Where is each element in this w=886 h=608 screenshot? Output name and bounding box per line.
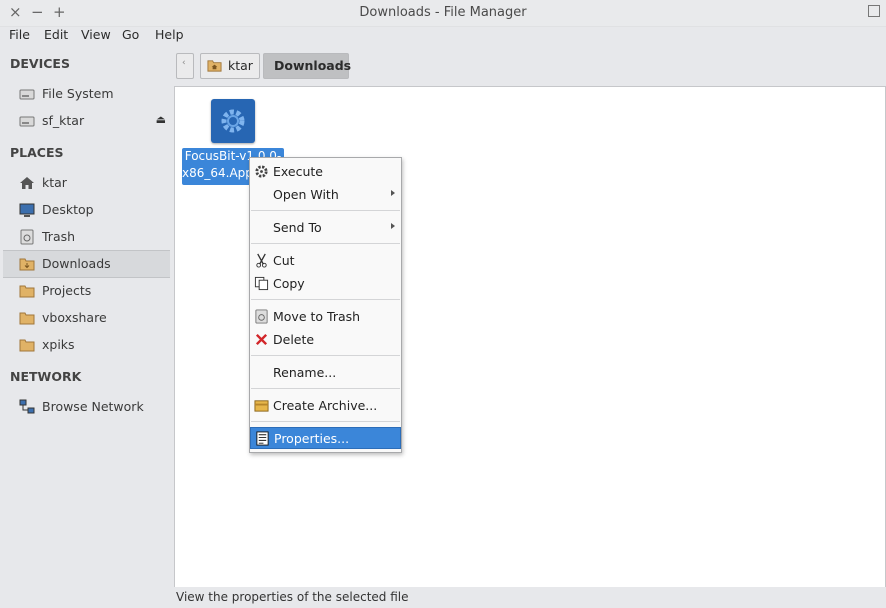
archive-icon <box>254 400 269 412</box>
sidebar-item-desktop[interactable]: Desktop <box>3 197 170 223</box>
sidebar-item-label: Trash <box>42 229 76 244</box>
menu-item-label: Execute <box>273 164 323 179</box>
breadcrumb: ‹ ktar Downloads <box>174 46 886 86</box>
menu-item-label: Copy <box>273 276 305 291</box>
breadcrumb-scroll-left[interactable]: ‹ <box>176 53 194 79</box>
trash-icon <box>255 309 268 324</box>
submenu-arrow-icon <box>391 223 395 229</box>
menu-item-delete[interactable]: Delete <box>250 329 401 351</box>
sidebar-item-label: Projects <box>42 283 92 298</box>
menu-go[interactable]: Go <box>122 27 139 42</box>
maximize-window-button[interactable] <box>868 5 880 17</box>
eject-icon[interactable]: ⏏ <box>156 113 166 126</box>
sidebar-item-file-system[interactable]: File System <box>3 81 170 107</box>
network-icon <box>19 399 35 414</box>
menu-item-send-to[interactable]: Send To <box>250 217 401 239</box>
sidebar-item-browse-network[interactable]: Browse Network <box>3 394 170 420</box>
sidebar-item-label: File System <box>42 86 114 101</box>
menu-separator <box>251 243 400 244</box>
menu-item-label: Open With <box>273 187 339 202</box>
sidebar-item-ktar[interactable]: ktar <box>3 170 170 196</box>
menu-separator <box>251 388 400 389</box>
gear-icon <box>221 109 245 133</box>
breadcrumb-ktar[interactable]: ktar <box>200 53 260 79</box>
sidebar-item-sf-ktar[interactable]: sf_ktar ⏏ <box>3 108 170 134</box>
menu-item-open-with[interactable]: Open With <box>250 184 401 206</box>
menu-item-label: Move to Trash <box>273 309 361 324</box>
menu-item-rename[interactable]: Rename... <box>250 362 401 384</box>
chevron-left-icon: ‹ <box>182 58 186 68</box>
menu-separator <box>251 421 400 422</box>
sidebar-item-projects[interactable]: Projects <box>3 278 170 304</box>
title-bar: × − + Downloads - File Manager <box>0 0 886 27</box>
menu-item-label: Rename... <box>273 365 337 380</box>
menu-separator <box>251 355 400 356</box>
menu-item-create-archive[interactable]: Create Archive... <box>250 395 401 417</box>
drive-icon <box>19 116 35 127</box>
drive-icon <box>19 89 35 100</box>
sidebar-item-label: vboxshare <box>42 310 107 325</box>
submenu-arrow-icon <box>391 190 395 196</box>
menu-item-move-to-trash[interactable]: Move to Trash <box>250 306 401 328</box>
sidebar: DEVICES File System sf_ktar ⏏ PLACES kta… <box>3 46 171 586</box>
folder-icon <box>19 312 35 325</box>
appimage-file-icon[interactable] <box>211 99 255 143</box>
breadcrumb-downloads[interactable]: Downloads <box>263 53 352 79</box>
sidebar-item-trash[interactable]: Trash <box>3 224 170 250</box>
menu-item-label: Create Archive... <box>273 398 378 413</box>
folder-icon <box>19 339 35 352</box>
places-header: PLACES <box>10 145 64 160</box>
copy-icon <box>254 276 269 291</box>
sidebar-item-label: Desktop <box>42 202 94 217</box>
menu-item-label: Properties... <box>274 431 350 446</box>
menu-file[interactable]: File <box>9 27 30 42</box>
status-bar: View the properties of the selected file <box>174 587 886 608</box>
folder-download-icon <box>19 258 35 271</box>
sidebar-item-xpiks[interactable]: xpiks <box>3 332 170 358</box>
devices-header: DEVICES <box>10 56 70 71</box>
context-menu: Execute Open With Send To Cut Copy Move … <box>249 157 402 453</box>
scissors-icon <box>256 253 267 268</box>
breadcrumb-label: Downloads <box>274 58 352 73</box>
breadcrumb-label: ktar <box>228 58 253 73</box>
sidebar-item-label: Browse Network <box>42 399 144 414</box>
delete-x-icon <box>255 333 268 346</box>
menu-help[interactable]: Help <box>155 27 184 42</box>
menu-item-label: Delete <box>273 332 315 347</box>
menu-item-copy[interactable]: Copy <box>250 273 401 295</box>
sidebar-item-downloads[interactable]: Downloads <box>3 250 170 278</box>
home-icon <box>20 177 34 189</box>
status-text: View the properties of the selected file <box>176 590 409 604</box>
menu-item-cut[interactable]: Cut <box>250 250 401 272</box>
desktop-icon <box>19 203 35 217</box>
menu-item-label: Cut <box>273 253 295 268</box>
menu-edit[interactable]: Edit <box>44 27 68 42</box>
sidebar-item-label: sf_ktar <box>42 113 85 128</box>
menu-separator <box>251 210 400 211</box>
gear-icon <box>255 165 268 178</box>
menu-item-label: Send To <box>273 220 322 235</box>
sidebar-item-label: ktar <box>42 175 67 190</box>
menu-view[interactable]: View <box>81 27 111 42</box>
sidebar-item-label: xpiks <box>42 337 75 352</box>
trash-icon <box>20 229 34 245</box>
home-folder-icon <box>207 60 222 72</box>
menu-separator <box>251 299 400 300</box>
menu-item-execute[interactable]: Execute <box>250 161 401 183</box>
network-header: NETWORK <box>10 369 82 384</box>
window-title: Downloads - File Manager <box>359 5 527 20</box>
properties-icon <box>256 431 269 446</box>
folder-icon <box>19 285 35 298</box>
sidebar-item-label: Downloads <box>42 256 111 271</box>
menu-item-properties[interactable]: Properties... <box>250 427 401 449</box>
sidebar-item-vboxshare[interactable]: vboxshare <box>3 305 170 331</box>
menu-bar: File Edit View Go Help <box>0 26 886 46</box>
